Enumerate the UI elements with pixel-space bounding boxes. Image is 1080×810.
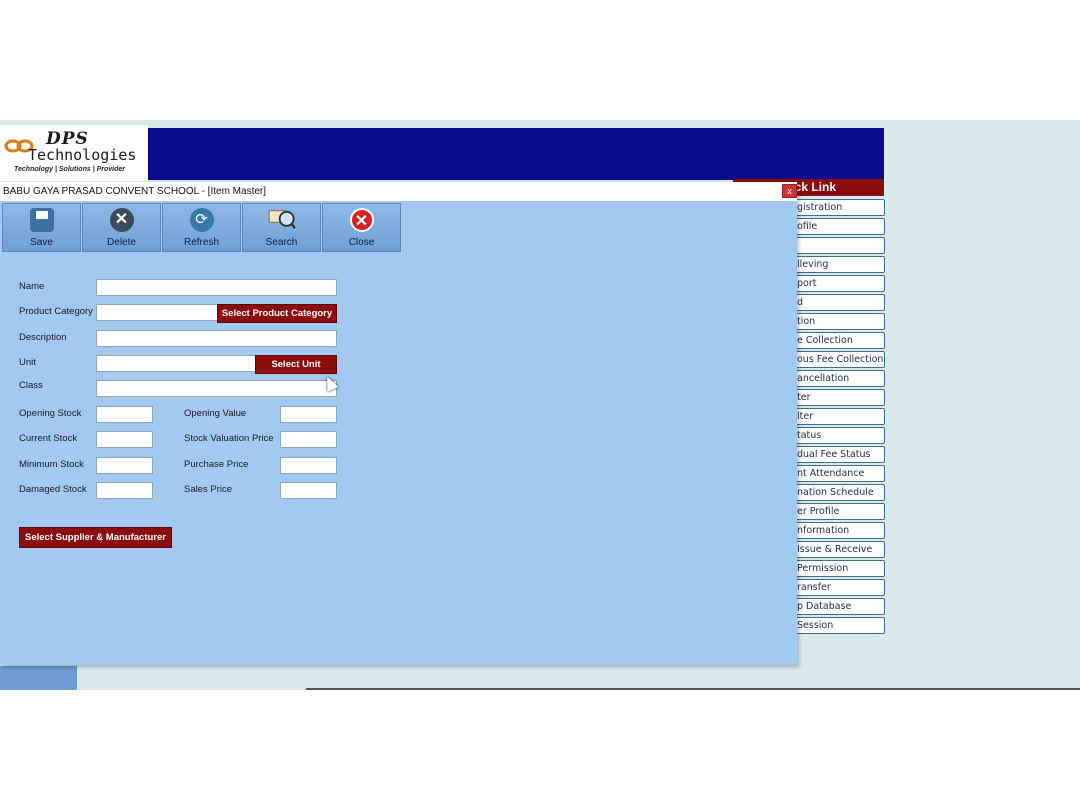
refresh-button[interactable]: ⟳ Refresh (162, 203, 241, 252)
sales-price-label: Sales Price (184, 484, 233, 495)
minimum-stock-input[interactable] (96, 457, 153, 474)
stock-valuation-price-input[interactable] (280, 431, 337, 448)
logo-line2: Technologies (28, 146, 137, 164)
save-icon (29, 208, 54, 232)
damaged-stock-input[interactable] (96, 482, 153, 499)
stock-valuation-price-label: Stock Valuation Price (184, 433, 274, 444)
item-master-window: BABU GAYA PRASAD CONVENT SCHOOL - [Item … (0, 182, 797, 665)
select-unit-button[interactable]: Select Unit (255, 355, 337, 374)
damaged-stock-label: Damaged Stock (19, 484, 87, 495)
opening-value-input[interactable] (280, 406, 337, 423)
current-stock-input[interactable] (96, 431, 153, 448)
window-close-button[interactable]: x (782, 184, 797, 198)
purchase-price-label: Purchase Price (184, 459, 249, 470)
window-title: BABU GAYA PRASAD CONVENT SCHOOL - [Item … (3, 186, 267, 197)
opening-stock-label: Opening Stock (19, 408, 82, 419)
background-divider (306, 688, 1080, 690)
dps-logo: DPS Technologies Technology | Solutions … (0, 125, 148, 181)
minimum-stock-label: Minimum Stock (19, 459, 84, 470)
name-input[interactable] (96, 279, 337, 296)
sales-price-input[interactable] (280, 482, 337, 499)
select-product-category-button[interactable]: Select Product Category (217, 304, 337, 323)
save-button[interactable]: Save (2, 203, 81, 252)
toolbar: Save ✕ Delete ⟳ Refresh Search ✕ Close (2, 203, 402, 252)
search-button[interactable]: Search (242, 203, 321, 252)
name-label: Name (19, 281, 45, 292)
description-input[interactable] (96, 330, 337, 347)
current-stock-label: Current Stock (19, 433, 78, 444)
delete-button[interactable]: ✕ Delete (82, 203, 161, 252)
product-category-label: Product Category (19, 306, 93, 317)
unit-label: Unit (19, 357, 36, 368)
window-title-bar: BABU GAYA PRASAD CONVENT SCHOOL - [Item … (0, 182, 797, 201)
close-icon: ✕ (349, 208, 374, 232)
refresh-icon: ⟳ (189, 208, 214, 232)
class-label: Class (19, 380, 43, 391)
header-banner (148, 128, 884, 180)
class-input[interactable] (96, 380, 337, 397)
delete-icon: ✕ (109, 208, 134, 232)
opening-value-label: Opening Value (184, 408, 247, 419)
select-supplier-manufacturer-button[interactable]: Select Supplier & Manufacturer (19, 527, 172, 548)
close-button[interactable]: ✕ Close (322, 203, 401, 252)
description-label: Description (19, 332, 67, 343)
opening-stock-input[interactable] (96, 406, 153, 423)
logo-tagline: Technology | Solutions | Provider (14, 166, 126, 173)
background-strip (0, 666, 77, 690)
search-icon (268, 210, 296, 229)
purchase-price-input[interactable] (280, 457, 337, 474)
